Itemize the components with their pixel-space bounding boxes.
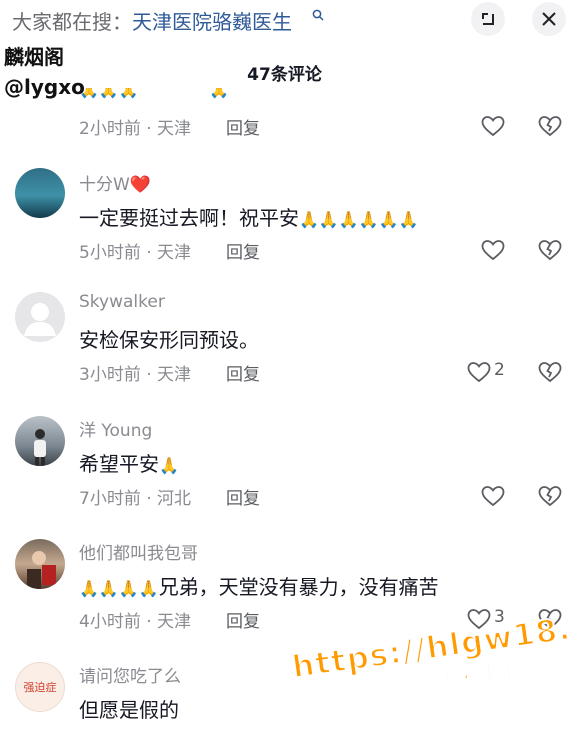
pray-emoji: 🙏 bbox=[159, 456, 179, 475]
like-count: 2 bbox=[494, 360, 505, 380]
reply-button[interactable]: 回复 bbox=[226, 114, 260, 139]
close-icon bbox=[542, 12, 556, 26]
comment-username[interactable]: Skywalker bbox=[79, 292, 165, 312]
avatar[interactable] bbox=[15, 168, 65, 218]
comment-item: 十分W❤️ 一定要挺过去啊！祝平安🙏🙏🙏🙏🙏🙏 5小时前 · 天津 回复 bbox=[0, 166, 569, 276]
search-icon[interactable] bbox=[312, 9, 324, 21]
search-suggestion[interactable]: 大家都在搜：天津医院骆巍医生 bbox=[12, 6, 292, 35]
pray-emoji: 🙏 bbox=[118, 579, 139, 598]
comment-username[interactable]: 他们都叫我包哥 bbox=[79, 539, 198, 564]
pray-emoji: 🙏 bbox=[79, 88, 99, 99]
avatar[interactable] bbox=[15, 292, 65, 342]
comment-text-body: 兄弟，天堂没有暴力，没有痛苦 bbox=[158, 575, 439, 599]
avatar-text: 强迫症 bbox=[23, 681, 57, 694]
pray-emoji: 🙏 bbox=[98, 579, 119, 598]
heart-icon[interactable] bbox=[480, 114, 506, 138]
partial-comment-text: 🙏🙏🙏 🙏 bbox=[79, 88, 279, 102]
broken-heart-icon[interactable] bbox=[537, 484, 563, 508]
comment-time-location: 2小时前 · 天津 bbox=[79, 119, 192, 139]
avatar[interactable] bbox=[15, 539, 65, 589]
broken-heart-icon[interactable] bbox=[537, 238, 563, 262]
comment-text-body: 希望平安 bbox=[79, 452, 159, 476]
top-search-bar: 大家都在搜：天津医院骆巍医生 bbox=[0, 0, 569, 44]
reply-button[interactable]: 回复 bbox=[226, 607, 260, 632]
pray-emoji: 🙏 bbox=[378, 210, 399, 229]
avatar-person-figure bbox=[27, 551, 56, 589]
avatar[interactable] bbox=[15, 416, 65, 466]
comment-username[interactable]: 洋 Young bbox=[79, 416, 152, 441]
comment-item: Skywalker 安检保安形同预设。 3小时前 · 天津 回复 2 bbox=[0, 290, 569, 400]
pray-emoji: 🙏 bbox=[358, 210, 379, 229]
comment-item: 洋 Young 希望平安🙏 7小时前 · 河北 回复 bbox=[0, 414, 569, 524]
broken-heart-icon[interactable] bbox=[537, 114, 563, 138]
reply-button[interactable]: 回复 bbox=[226, 484, 260, 509]
comment-text: 希望平安🙏 bbox=[79, 448, 179, 477]
expand-icon bbox=[482, 13, 494, 25]
comment-time-location: 5小时前 · 天津 bbox=[79, 243, 192, 263]
search-prefix-label: 大家都在搜： bbox=[12, 10, 132, 34]
comment-username[interactable]: 请问您吃了么 bbox=[79, 662, 181, 687]
default-avatar-icon bbox=[24, 303, 56, 336]
close-button[interactable] bbox=[532, 2, 566, 36]
comments-count: 47条评论 bbox=[247, 65, 322, 85]
comment-text: 但愿是假的 bbox=[79, 698, 179, 722]
search-query-link[interactable]: 天津医院骆巍医生 bbox=[132, 10, 292, 34]
pray-emoji: 🙏 bbox=[398, 210, 419, 229]
avatar[interactable]: 强迫症 bbox=[15, 662, 65, 712]
expand-button[interactable] bbox=[471, 2, 505, 36]
comment-time-location: 3小时前 · 天津 bbox=[79, 365, 192, 385]
comment-time-location: 4小时前 · 天津 bbox=[79, 612, 192, 632]
comment-item-partial: 🙏🙏🙏 🙏 2小时前 · 天津 回复 bbox=[0, 88, 569, 148]
heart-icon[interactable] bbox=[466, 360, 492, 384]
avatar-person-figure bbox=[34, 429, 46, 466]
reply-button[interactable]: 回复 bbox=[226, 360, 260, 385]
pray-emoji: 🙏 bbox=[299, 210, 319, 229]
comment-text-body: 一定要挺过去啊！祝平安 bbox=[79, 206, 299, 230]
heart-icon[interactable] bbox=[480, 238, 506, 262]
pray-emoji: 🙏 bbox=[79, 579, 99, 598]
pray-emoji: 🙏 bbox=[318, 210, 339, 229]
pray-emoji: 🙏 bbox=[118, 88, 139, 99]
heart-icon[interactable] bbox=[480, 484, 506, 508]
pray-emoji: 🙏 bbox=[98, 88, 119, 99]
pray-emoji: 🙏 bbox=[338, 210, 359, 229]
comment-username[interactable]: 十分W❤️ bbox=[79, 170, 151, 195]
comment-text: 安检保安形同预设。 bbox=[79, 328, 259, 352]
reply-button[interactable]: 回复 bbox=[226, 238, 260, 263]
comment-text: 一定要挺过去啊！祝平安🙏🙏🙏🙏🙏🙏 bbox=[79, 202, 419, 231]
pray-emoji: 🙏 bbox=[208, 88, 229, 99]
pray-emoji: 🙏 bbox=[138, 579, 159, 598]
comment-time-location: 7小时前 · 河北 bbox=[79, 489, 192, 509]
comment-text: 🙏🙏🙏🙏兄弟，天堂没有暴力，没有痛苦 bbox=[79, 571, 439, 600]
broken-heart-icon[interactable] bbox=[537, 360, 563, 384]
